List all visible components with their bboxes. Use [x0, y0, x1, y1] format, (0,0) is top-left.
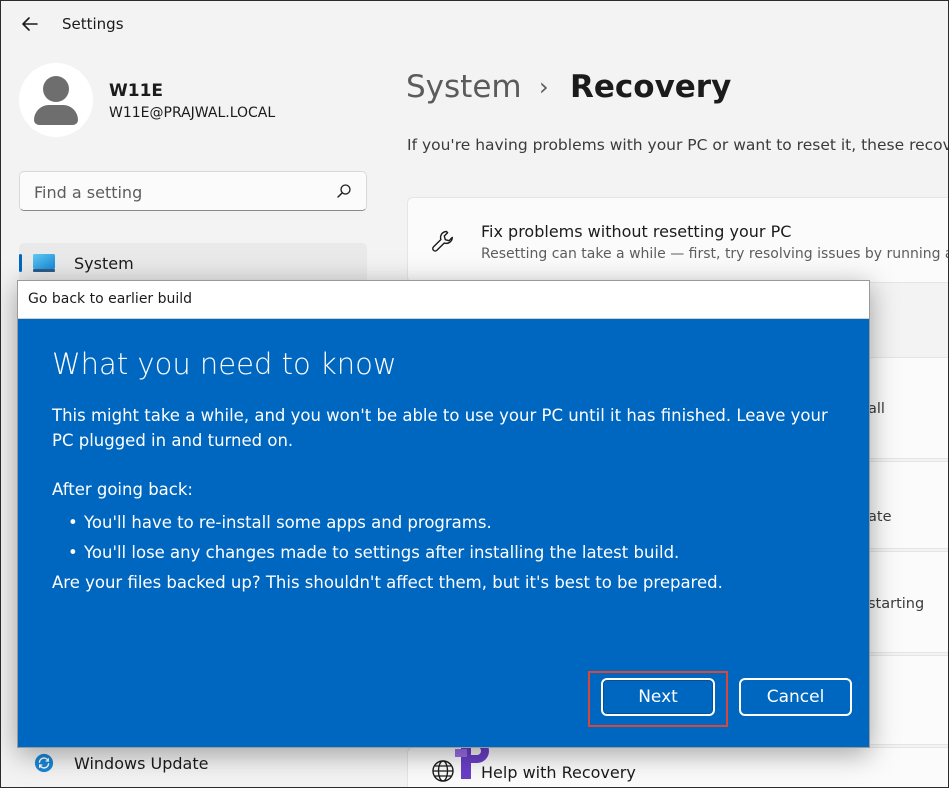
system-display-icon: [33, 254, 55, 272]
fix-card-subtitle: Resetting can take a while — first, try …: [481, 246, 949, 262]
dialog-files-note: Are your files backed up? This shouldn't…: [52, 573, 723, 592]
settings-window: Settings W11E W11E@PRAJWAL.LOCAL System …: [0, 0, 949, 788]
search-box[interactable]: [19, 171, 367, 211]
dialog-bullet-list: You'll have to re-install some apps and …: [68, 512, 679, 572]
page-title: Recovery: [570, 69, 732, 105]
wrench-icon: [432, 230, 453, 252]
breadcrumb-parent[interactable]: System: [406, 69, 522, 105]
list-item: You'll have to re-install some apps and …: [68, 512, 679, 542]
avatar-body: [34, 105, 78, 125]
card-text-fragment: all: [868, 401, 885, 417]
dialog-after-heading: After going back:: [52, 480, 193, 499]
page-intro-text: If you're having problems with your PC o…: [407, 136, 949, 154]
avatar-head: [43, 76, 69, 102]
next-button[interactable]: Next: [601, 678, 715, 716]
user-email: W11E@PRAJWAL.LOCAL: [109, 105, 276, 121]
user-name: W11E: [109, 81, 164, 101]
cancel-button[interactable]: Cancel: [739, 678, 852, 716]
avatar[interactable]: [19, 63, 93, 137]
fix-problems-card[interactable]: Fix problems without resetting your PC R…: [407, 197, 949, 283]
search-icon[interactable]: [336, 183, 352, 199]
dialog-title: Go back to earlier build: [28, 291, 193, 307]
windows-update-icon: [34, 753, 54, 773]
sidebar-item-label: System: [74, 254, 134, 273]
dialog-titlebar: Go back to earlier build: [18, 281, 869, 319]
card-text-fragment: starting: [868, 596, 925, 612]
sidebar-item-system[interactable]: System: [19, 243, 367, 283]
go-back-dialog: Go back to earlier build What you need t…: [17, 280, 870, 748]
sidebar-item-windows-update[interactable]: Windows Update: [19, 743, 367, 783]
selection-indicator: [19, 254, 22, 272]
search-input[interactable]: [32, 180, 336, 204]
dialog-paragraph: This might take a while, and you won't b…: [52, 406, 828, 450]
breadcrumb-separator: ›: [539, 73, 549, 101]
back-arrow-icon[interactable]: [19, 13, 41, 35]
fix-card-title: Fix problems without resetting your PC: [481, 222, 792, 241]
list-item: You'll lose any changes made to settings…: [68, 542, 679, 572]
help-with-recovery-label: Help with Recovery: [481, 763, 636, 782]
dialog-heading: What you need to know: [52, 347, 397, 381]
app-title: Settings: [62, 15, 124, 33]
card-text-fragment: ate: [868, 509, 892, 525]
sidebar-item-label: Windows Update: [74, 754, 209, 773]
